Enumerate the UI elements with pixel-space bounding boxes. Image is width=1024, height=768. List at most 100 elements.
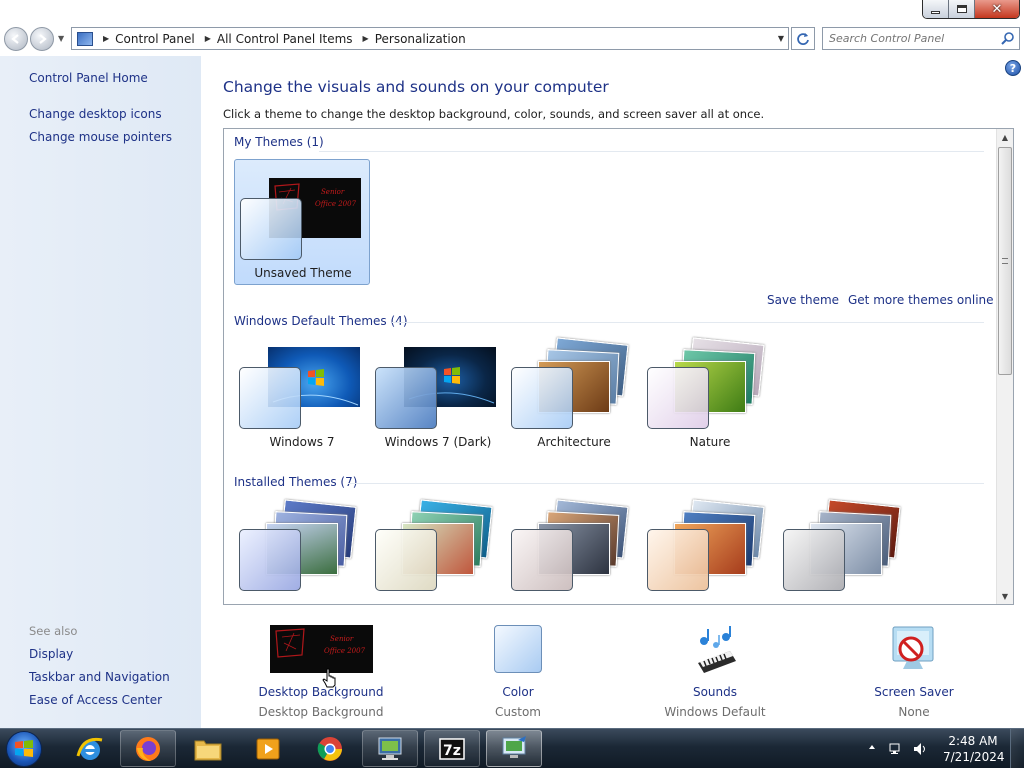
back-button[interactable] (4, 27, 28, 51)
show-desktop-button[interactable] (1010, 729, 1024, 768)
theme-installed-3[interactable] (506, 491, 642, 604)
sounds-icon (698, 626, 736, 673)
theme-installed-5[interactable] (778, 491, 914, 604)
sounds-value: Windows Default (664, 705, 766, 719)
theme-name: Windows 7 (269, 435, 335, 449)
window-glass-preview (647, 529, 709, 591)
breadcrumb-personalization[interactable]: Personalization (375, 32, 466, 46)
save-theme-link[interactable]: Save theme (767, 293, 839, 307)
taskbar-control-panel[interactable] (486, 730, 542, 767)
color-swatch (494, 625, 542, 673)
get-more-themes-link[interactable]: Get more themes online (848, 293, 994, 307)
see-also-link-taskbar[interactable]: Taskbar and Navigation (29, 670, 170, 684)
search-input[interactable] (823, 28, 993, 49)
theme-windows-7-dark[interactable]: Windows 7 (Dark) (370, 329, 506, 455)
see-also-link-ease-of-access[interactable]: Ease of Access Center (29, 693, 162, 707)
minimize-button[interactable] (923, 0, 949, 18)
window-glass-preview (240, 198, 302, 260)
sidebar-link-control-panel-home[interactable]: Control Panel Home (29, 71, 148, 85)
theme-architecture[interactable]: Architecture (506, 329, 642, 455)
show-hidden-icons-icon[interactable] (868, 743, 876, 751)
theme-windows-7[interactable]: Windows 7 (234, 329, 370, 455)
svg-text:Office 2007: Office 2007 (315, 200, 357, 208)
see-also-heading: See also (29, 624, 78, 638)
screen-saver-item[interactable]: Screen Saver None (869, 625, 959, 719)
scroll-down-icon[interactable]: ▼ (997, 588, 1013, 604)
window-glass-preview (239, 529, 301, 591)
theme-installed-1[interactable] (234, 491, 370, 604)
breadcrumb-all-items[interactable]: All Control Panel Items (217, 32, 353, 46)
arrow-left-icon (11, 34, 19, 44)
svg-text:Office 2007: Office 2007 (324, 647, 366, 655)
theme-name: Unsaved Theme (254, 266, 352, 280)
window-glass-preview (647, 367, 709, 429)
arrow-right-icon (39, 34, 47, 44)
breadcrumb-control-panel[interactable]: Control Panel (115, 32, 195, 46)
theme-name: Nature (689, 435, 731, 449)
group-divider (392, 322, 984, 323)
screen-saver-label[interactable]: Screen Saver (869, 685, 959, 699)
computer-icon (378, 737, 402, 760)
breadcrumb-arrow-icon[interactable]: ▶ (205, 34, 211, 43)
page-subtitle: Click a theme to change the desktop back… (223, 107, 765, 121)
system-clock[interactable]: 2:48 AM 7/21/2024 (943, 733, 1005, 765)
scroll-thumb[interactable] (998, 147, 1012, 375)
window-glass-preview (375, 529, 437, 591)
media-player-icon (256, 738, 280, 759)
theme-nature[interactable]: Nature (642, 329, 778, 455)
network-icon[interactable] (888, 741, 904, 757)
color-item[interactable]: Color Custom (478, 625, 558, 719)
forward-button[interactable] (30, 27, 54, 51)
close-button[interactable]: ✕ (975, 0, 1019, 18)
see-also-link-display[interactable]: Display (29, 647, 73, 661)
refresh-button[interactable] (791, 27, 815, 50)
desktop-background-label[interactable]: Desktop Background (256, 685, 386, 699)
sounds-item[interactable]: Sounds Windows Default (660, 625, 770, 719)
taskbar-internet-explorer[interactable] (62, 730, 118, 767)
volume-icon[interactable] (912, 741, 928, 757)
internet-explorer-icon (76, 737, 103, 760)
hand-cursor-icon (322, 668, 336, 688)
theme-installed-2[interactable] (370, 491, 506, 604)
group-label-my-themes: My Themes (1) (234, 135, 324, 149)
desktop-background-thumbnail: Senior Office 2007 (269, 625, 373, 673)
color-value: Custom (495, 705, 541, 719)
maximize-button[interactable] (949, 0, 975, 18)
theme-list[interactable]: My Themes (1) Senior Office 2007 Unsaved… (223, 128, 1014, 605)
taskbar-remote-desktop[interactable] (362, 730, 418, 767)
scroll-up-icon[interactable]: ▲ (997, 129, 1013, 145)
search-box[interactable] (822, 27, 1020, 50)
address-dropdown-icon[interactable]: ▼ (778, 34, 784, 43)
search-icon[interactable] (1001, 31, 1015, 45)
sidebar-link-change-desktop-icons[interactable]: Change desktop icons (29, 107, 162, 121)
clock-time: 2:48 AM (948, 734, 998, 748)
title-bar: ✕ (0, 0, 1024, 24)
desktop-background-item[interactable]: Senior Office 2007 Desktop Background De… (256, 625, 386, 719)
window-glass-preview (511, 367, 573, 429)
group-divider (348, 483, 984, 484)
red-sketch-wallpaper-icon: Senior Office 2007 (274, 628, 366, 658)
sidebar-link-change-mouse-pointers[interactable]: Change mouse pointers (29, 130, 172, 144)
theme-installed-4[interactable] (642, 491, 778, 604)
taskbar-chrome[interactable] (302, 730, 358, 767)
breadcrumb-arrow-icon[interactable]: ▶ (103, 34, 109, 43)
svg-text:Senior: Senior (330, 635, 354, 643)
recent-pages-dropdown[interactable]: ▼ (58, 34, 64, 43)
address-bar[interactable]: ▶ Control Panel ▶ All Control Panel Item… (71, 27, 789, 50)
taskbar-7zip[interactable]: 7z (424, 730, 480, 767)
vertical-scrollbar[interactable]: ▲ ▼ (996, 129, 1013, 604)
clock-date: 7/21/2024 (943, 750, 1005, 764)
window-glass-preview (375, 367, 437, 429)
taskbar-file-explorer[interactable] (180, 730, 236, 767)
folder-icon (194, 740, 222, 760)
theme-unsaved[interactable]: Senior Office 2007 Unsaved Theme (234, 159, 370, 285)
breadcrumb-arrow-icon[interactable]: ▶ (363, 34, 369, 43)
sounds-label[interactable]: Sounds (660, 685, 770, 699)
color-label[interactable]: Color (478, 685, 558, 699)
taskbar-firefox[interactable] (120, 730, 176, 767)
taskbar-media-player[interactable] (240, 730, 296, 767)
help-icon[interactable]: ? (1005, 60, 1021, 76)
start-button[interactable] (6, 731, 42, 767)
svg-text:7z: 7z (443, 743, 461, 759)
group-label-default-themes: Windows Default Themes (4) (234, 314, 408, 328)
